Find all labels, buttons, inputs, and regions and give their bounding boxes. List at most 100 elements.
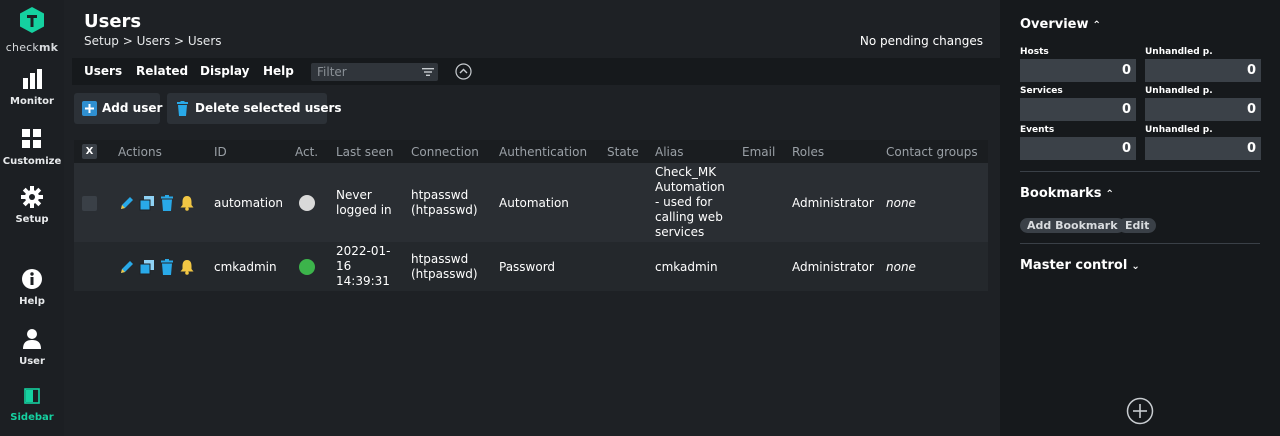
user-icon [23, 329, 41, 349]
info-icon [22, 269, 42, 289]
inactive-status-dot [299, 195, 315, 211]
bookmarks-snapin-title[interactable]: Bookmarks ⌃ [1020, 186, 1114, 201]
nav-sidebar[interactable]: Sidebar [0, 388, 64, 423]
bell-notification-icon[interactable] [179, 195, 195, 211]
column-header-alias[interactable]: Alias [655, 145, 683, 159]
checkmk-logo[interactable]: checkmk [0, 6, 64, 54]
alias: Check_MK Automation - used for calling w… [655, 165, 725, 239]
add-user-label: Add user [102, 101, 163, 115]
plus-icon [82, 101, 97, 116]
edit-bookmarks-button[interactable]: Edit [1118, 218, 1157, 233]
last-seen: Never logged in [336, 188, 392, 217]
authentication: Password [499, 260, 556, 274]
nav-label-sidebar: Sidebar [10, 412, 54, 423]
delete-selected-users-button[interactable]: Delete selected users [167, 93, 342, 124]
nav-label-setup: Setup [15, 214, 49, 225]
events-unhandled-label: Unhandled p. [1145, 125, 1213, 135]
hosts-unhandled-count[interactable]: 0 [1145, 59, 1261, 82]
chevron-up-icon: ⌃ [1092, 20, 1101, 31]
column-header-roles[interactable]: Roles [792, 145, 824, 159]
bar-chart-icon [23, 69, 42, 89]
page-menu-bar: Users Related Display Help [72, 58, 1000, 85]
filter-icon[interactable] [422, 66, 434, 78]
connection: htpasswd (htpasswd) [411, 188, 478, 217]
user-id[interactable]: automation [214, 196, 283, 211]
table-row: cmkadmin 2022-01- 16 14:39:31 htpasswd (… [74, 242, 988, 291]
nav-monitor[interactable]: Monitor [0, 68, 64, 107]
trash-icon[interactable] [159, 195, 175, 211]
hosts-unhandled-label: Unhandled p. [1145, 47, 1213, 57]
nav-customize[interactable]: Customize [0, 128, 64, 167]
column-header-authentication[interactable]: Authentication [499, 145, 587, 159]
main-content: Users Setup > Users > Users No pending c… [64, 0, 1000, 436]
divider [1020, 243, 1260, 244]
column-header-contact-groups[interactable]: Contact groups [886, 145, 978, 159]
sidebar-panel-icon [24, 388, 40, 404]
last-seen: 2022-01- 16 14:39:31 [336, 244, 391, 288]
table-header: X Actions ID Act. Last seen Connection A… [74, 140, 988, 163]
authentication: Automation [499, 196, 569, 210]
right-sidebar: Overview ⌃ Hosts Unhandled p. 0 0 Service… [1000, 0, 1280, 436]
active-status-dot [299, 259, 315, 275]
contact-groups: none [886, 260, 916, 274]
column-header-actions[interactable]: Actions [118, 145, 162, 159]
events-unhandled-count[interactable]: 0 [1145, 137, 1261, 160]
chevron-down-icon: ⌄ [1131, 261, 1140, 272]
overview-snapin-title[interactable]: Overview ⌃ [1020, 17, 1101, 32]
hosts-count[interactable]: 0 [1020, 59, 1136, 82]
pending-changes-status[interactable]: No pending changes [860, 34, 983, 48]
services-unhandled-count[interactable]: 0 [1145, 98, 1261, 121]
services-count[interactable]: 0 [1020, 98, 1136, 121]
column-header-last-seen[interactable]: Last seen [336, 145, 393, 159]
bell-notification-icon[interactable] [179, 259, 195, 275]
column-header-connection[interactable]: Connection [411, 145, 479, 159]
menu-help[interactable]: Help [263, 64, 294, 78]
nav-help[interactable]: Help [0, 268, 64, 307]
services-unhandled-label: Unhandled p. [1145, 86, 1213, 96]
column-header-id[interactable]: ID [214, 145, 227, 159]
select-all-checkbox[interactable]: X [82, 144, 97, 159]
contact-groups: none [886, 196, 916, 210]
trash-icon[interactable] [159, 259, 175, 275]
user-id[interactable]: cmkadmin [214, 260, 277, 275]
row-select-checkbox[interactable] [82, 196, 97, 211]
table-row: automation Never logged in htpasswd (htp… [74, 163, 988, 242]
roles: Administrator [792, 196, 874, 210]
pencil-edit-icon[interactable] [119, 259, 135, 275]
menu-display[interactable]: Display [200, 64, 249, 78]
master-control-snapin-title[interactable]: Master control ⌄ [1020, 258, 1140, 273]
filter-input[interactable] [317, 64, 417, 80]
breadcrumb[interactable]: Setup > Users > Users [84, 34, 222, 48]
filter-box [311, 63, 438, 81]
nav-label-customize: Customize [2, 156, 62, 167]
events-count[interactable]: 0 [1020, 137, 1136, 160]
roles: Administrator [792, 260, 874, 274]
connection: htpasswd (htpasswd) [411, 252, 478, 281]
hosts-label: Hosts [1020, 47, 1049, 57]
nav-label-user: User [19, 356, 45, 367]
grid-icon [22, 129, 41, 148]
add-bookmark-button[interactable]: Add Bookmark [1020, 218, 1125, 233]
column-header-state[interactable]: State [607, 145, 639, 159]
trash-icon [177, 101, 188, 116]
nav-label-help: Help [19, 296, 45, 307]
add-user-button[interactable]: Add user [74, 93, 163, 124]
add-snapin-plus-icon[interactable] [1126, 397, 1154, 425]
nav-user[interactable]: User [0, 328, 64, 367]
nav-setup[interactable]: Setup [0, 186, 64, 225]
main-navigation: checkmk Monitor Customize Setup Help Use… [0, 0, 64, 436]
nav-label-monitor: Monitor [10, 96, 54, 107]
column-header-email[interactable]: Email [742, 145, 775, 159]
menu-related[interactable]: Related [136, 64, 188, 78]
services-label: Services [1020, 86, 1063, 96]
column-header-active[interactable]: Act. [295, 145, 318, 159]
clone-icon[interactable] [139, 259, 155, 275]
checkmk-logo-icon [20, 7, 44, 33]
pencil-edit-icon[interactable] [119, 195, 135, 211]
menu-users[interactable]: Users [84, 64, 122, 78]
clone-icon[interactable] [139, 195, 155, 211]
collapse-toggle-icon[interactable] [455, 63, 472, 80]
chevron-up-icon: ⌃ [1105, 189, 1114, 200]
logo-text: checkmk [5, 41, 59, 54]
alias: cmkadmin [655, 260, 718, 274]
